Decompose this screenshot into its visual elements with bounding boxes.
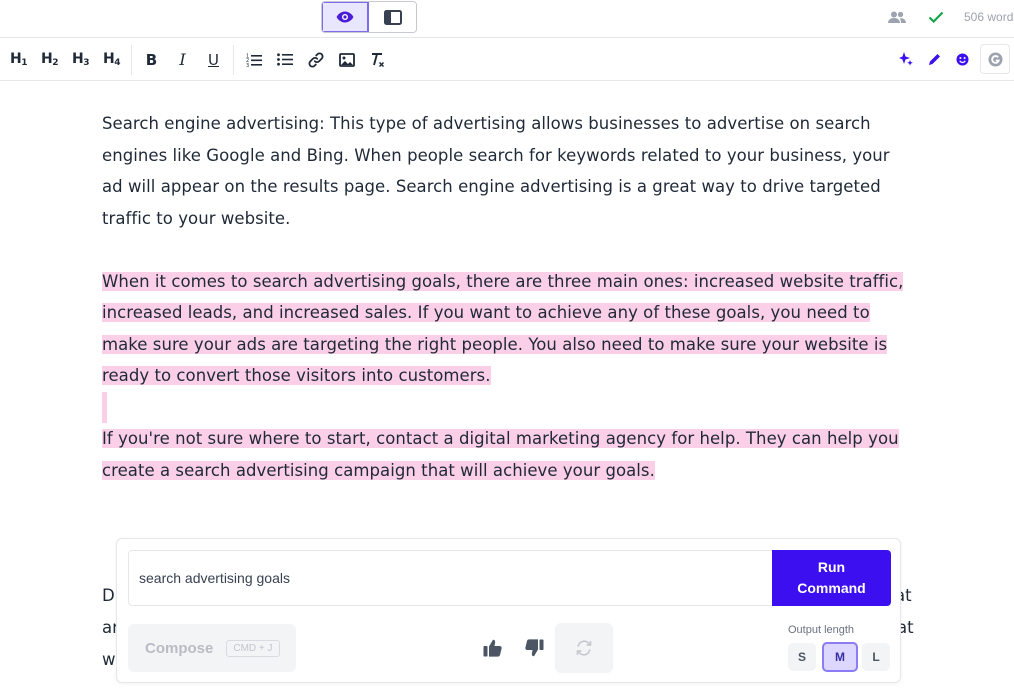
grammarly-button[interactable] <box>980 44 1010 74</box>
command-input[interactable]: search advertising goals <box>128 550 773 606</box>
heading-buttons: H1 H2 H3 H4 B I U 123 <box>3 38 393 81</box>
clear-format-icon <box>371 52 384 67</box>
grammarly-icon <box>988 52 1002 66</box>
ai-command-panel: search advertising goals Run Command Com… <box>116 538 901 683</box>
heading-2-level: 2 <box>52 58 58 68</box>
top-bar: 506 words <box>0 0 1014 38</box>
highlight[interactable]: If you're not sure where to start, conta… <box>102 429 899 480</box>
heading-1-letter: H <box>10 51 22 67</box>
output-length-label: Output length <box>788 624 855 636</box>
underline-button[interactable]: U <box>198 45 229 75</box>
svg-text:3: 3 <box>246 62 249 66</box>
italic-icon: I <box>179 50 186 69</box>
underline-icon: U <box>208 50 219 69</box>
image-icon <box>338 52 355 67</box>
heading-3-letter: H <box>72 51 84 67</box>
clear-format-button[interactable] <box>362 45 393 75</box>
compose-shortcut: CMD + J <box>226 639 280 657</box>
sidebar-mode-button[interactable] <box>369 2 416 32</box>
highlighted-paragraph[interactable]: When it comes to search advertising goal… <box>102 266 914 392</box>
top-right-status: 506 words <box>886 0 1014 34</box>
length-large-button[interactable]: L <box>862 643 890 671</box>
ordered-list-button[interactable]: 123 <box>238 45 269 75</box>
paragraph[interactable]: Search engine advertising: This type of … <box>102 108 914 234</box>
heading-1-level: 1 <box>21 58 27 68</box>
ordered-list-icon: 123 <box>246 53 262 67</box>
text-fragment: w <box>102 650 116 669</box>
thumbs-down-icon[interactable] <box>523 637 545 659</box>
highlighted-paragraph[interactable]: If you're not sure where to start, conta… <box>102 423 914 486</box>
empty-highlighted-line <box>102 391 914 423</box>
formatting-toolbar: H1 H2 H3 H4 B I U 123 <box>0 38 1014 81</box>
highlight[interactable]: When it comes to search advertising goal… <box>102 271 904 385</box>
toolbar-divider <box>233 44 234 75</box>
heading-4-button[interactable]: H4 <box>96 45 127 75</box>
check-icon <box>925 6 947 28</box>
bold-icon: B <box>145 50 158 69</box>
compose-label: Compose <box>145 639 214 657</box>
heading-1-button[interactable]: H1 <box>3 45 34 75</box>
smiley-icon[interactable] <box>948 44 976 74</box>
regenerate-button[interactable] <box>555 623 613 673</box>
link-icon <box>308 52 323 67</box>
compose-button[interactable]: Compose CMD + J <box>128 624 296 672</box>
length-small-button[interactable]: S <box>788 643 816 671</box>
toolbar-right-tools <box>892 44 1010 74</box>
heading-3-button[interactable]: H3 <box>65 45 96 75</box>
image-button[interactable] <box>331 45 362 75</box>
heading-2-button[interactable]: H2 <box>34 45 65 75</box>
document-body[interactable]: Search engine advertising: This type of … <box>102 108 914 486</box>
length-medium-button[interactable]: M <box>822 642 858 672</box>
heading-4-letter: H <box>103 51 115 67</box>
eye-icon <box>336 11 354 23</box>
heading-2-letter: H <box>41 51 53 67</box>
sidebar-panel-icon <box>383 9 402 25</box>
link-button[interactable] <box>300 45 331 75</box>
heading-4-level: 4 <box>114 58 120 68</box>
run-command-button[interactable]: Run Command <box>772 550 891 606</box>
thumbs-up-icon[interactable] <box>481 637 503 659</box>
bold-button[interactable]: B <box>136 45 167 75</box>
refresh-icon <box>576 640 592 656</box>
italic-button[interactable]: I <box>167 45 198 75</box>
pen-icon[interactable] <box>920 44 948 74</box>
users-icon[interactable] <box>886 6 908 28</box>
toolbar-divider <box>131 44 132 75</box>
heading-3-level: 3 <box>83 58 89 68</box>
sparkle-icon[interactable] <box>892 44 920 74</box>
bullet-list-icon <box>276 53 293 66</box>
word-count: 506 words <box>964 10 1014 24</box>
bullet-list-button[interactable] <box>269 45 300 75</box>
highlight <box>102 391 107 423</box>
view-mode-toggle <box>321 1 417 33</box>
preview-mode-button[interactable] <box>322 2 369 32</box>
